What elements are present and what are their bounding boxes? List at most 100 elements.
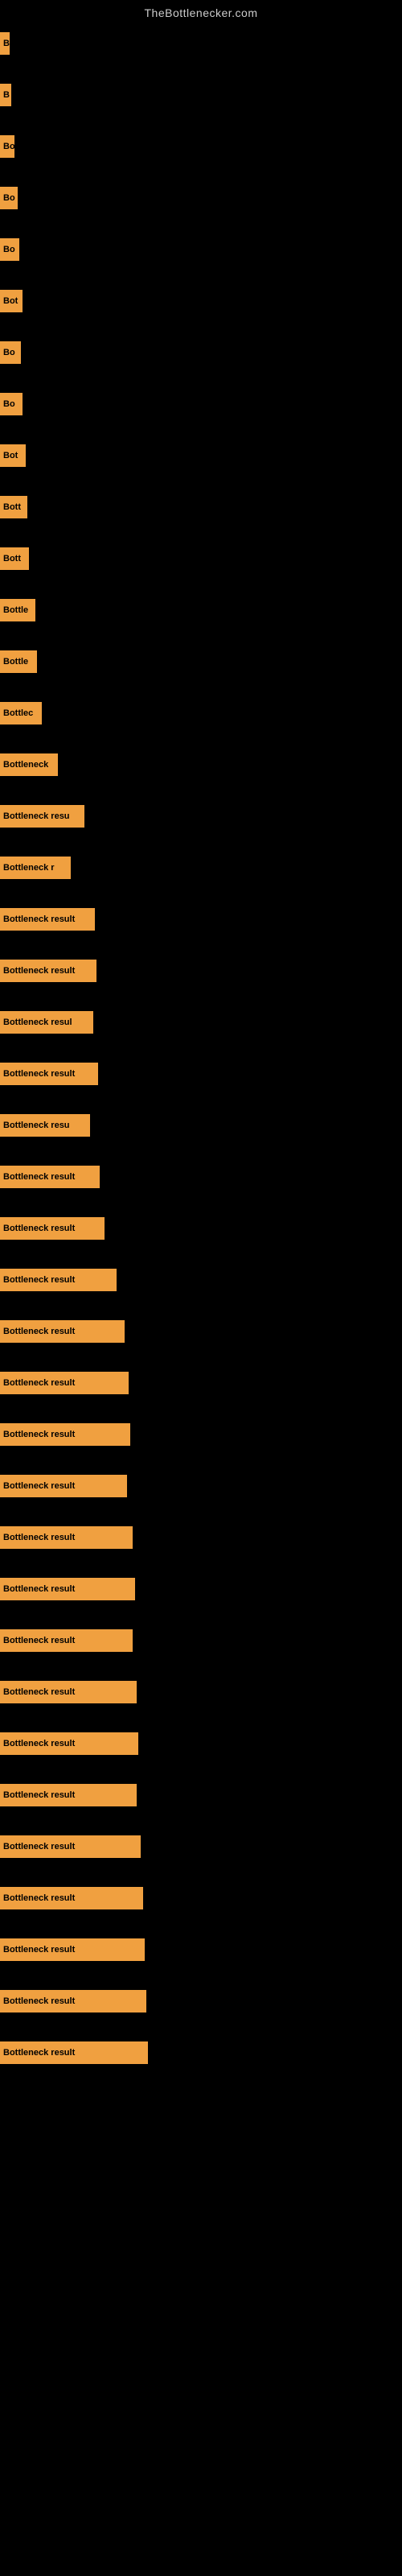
bar-item: B (0, 84, 11, 106)
bar-label: Bottleneck result (3, 1739, 75, 1748)
bar-label: Bottleneck result (3, 1636, 75, 1645)
bar-item: Bottleneck result (0, 2041, 148, 2064)
bar-label: Bottle (3, 605, 28, 615)
bar-row: Bottleneck result (0, 1473, 402, 1499)
bar-item: Bottleneck (0, 753, 58, 776)
bar-row: Bottleneck result (0, 1216, 402, 1241)
bars-container: B B Bo Bo Bo Bot Bo Bo Bot Bott Bott Bottle Bottle Bo… (0, 23, 402, 2099)
bar-label: Bo (3, 348, 15, 357)
bar-item: Bottleneck result (0, 1784, 137, 1806)
bar-item: Bottleneck result (0, 1269, 117, 1291)
bar-row: Bott (0, 494, 402, 520)
bar-row: Bot (0, 288, 402, 314)
bar-row: Bottleneck (0, 752, 402, 778)
bar-row: Bottle (0, 649, 402, 675)
bar-item: Bottleneck result (0, 1063, 98, 1085)
bar-label: Bottleneck result (3, 1584, 75, 1594)
bar-label: Bottleneck result (3, 1275, 75, 1285)
bar-item: Bott (0, 496, 27, 518)
bar-label: Bottleneck result (3, 1533, 75, 1542)
bar-row: Bottleneck result (0, 1782, 402, 1808)
bar-item: Bottleneck result (0, 1320, 125, 1343)
bar-label: Bottleneck result (3, 1842, 75, 1852)
bar-item: Bot (0, 290, 23, 312)
bar-row: Bottleneck result (0, 2040, 402, 2066)
bar-item: Bottleneck result (0, 1732, 138, 1755)
bar-label: Bot (3, 296, 18, 306)
bar-row: Bo (0, 185, 402, 211)
bar-row: Bottleneck result (0, 1267, 402, 1293)
bar-row: Bo (0, 391, 402, 417)
bar-row: Bottle (0, 597, 402, 623)
bar-item: Bottleneck result (0, 1372, 129, 1394)
bar-item: B (0, 32, 10, 55)
bar-label: Bott (3, 554, 21, 564)
bar-row: Bottleneck result (0, 1061, 402, 1087)
bar-row: Bottleneck result (0, 958, 402, 984)
bar-item: Bo (0, 393, 23, 415)
bar-label: Bottleneck resu (3, 1121, 70, 1130)
bar-label: Bottleneck result (3, 1430, 75, 1439)
bar-label: B (3, 90, 10, 100)
bar-item: Bot (0, 444, 26, 467)
bar-label: Bottleneck result (3, 1481, 75, 1491)
bar-row: Bottlec (0, 700, 402, 726)
bar-label: Bott (3, 502, 21, 512)
bar-label: Bottleneck result (3, 1945, 75, 1955)
bar-label: Bottleneck result (3, 966, 75, 976)
bar-label: B (3, 39, 10, 48)
bar-row: Bottleneck result (0, 1834, 402, 1860)
bar-label: Bottleneck result (3, 914, 75, 924)
bar-row: Bo (0, 134, 402, 159)
bar-label: Bottleneck result (3, 1378, 75, 1388)
bar-item: Bottleneck result (0, 960, 96, 982)
bar-row: Bot (0, 443, 402, 469)
bar-item: Bottleneck result (0, 1629, 133, 1652)
bar-row: Bottleneck result (0, 1885, 402, 1911)
bar-row: Bottleneck resu (0, 1113, 402, 1138)
bar-row: Bottleneck result (0, 1525, 402, 1550)
bar-row: Bottleneck result (0, 1628, 402, 1653)
bar-item: Bottleneck result (0, 1526, 133, 1549)
bar-label: Bottleneck result (3, 2048, 75, 2058)
bar-item: Bottleneck result (0, 1938, 145, 1961)
bar-item: Bottleneck resu (0, 805, 84, 828)
bar-item: Bottleneck result (0, 908, 95, 931)
bar-item: Bottleneck result (0, 1835, 141, 1858)
bar-item: Bo (0, 135, 14, 158)
bar-item: Bottlec (0, 702, 42, 724)
bar-row: Bottleneck result (0, 1422, 402, 1447)
bar-item: Bottleneck result (0, 1166, 100, 1188)
bar-label: Bottleneck result (3, 1893, 75, 1903)
bar-item: Bottleneck result (0, 1475, 127, 1497)
bar-item: Bottleneck result (0, 1887, 143, 1909)
bar-label: Bottleneck resu (3, 811, 70, 821)
bar-label: Bottleneck result (3, 1327, 75, 1336)
bar-label: Bot (3, 451, 18, 460)
bar-label: Bottleneck result (3, 1172, 75, 1182)
bar-row: Bottleneck result (0, 1370, 402, 1396)
bar-row: Bott (0, 546, 402, 572)
bar-label: Bottlec (3, 708, 33, 718)
site-title-text: TheBottlenecker.com (0, 0, 402, 23)
bar-label: Bottleneck r (3, 863, 55, 873)
bar-item: Bottleneck result (0, 1217, 105, 1240)
bar-row: B (0, 31, 402, 56)
bar-row: Bo (0, 237, 402, 262)
bar-label: Bottleneck (3, 760, 48, 770)
bar-row: Bottleneck r (0, 855, 402, 881)
bar-item: Bottleneck r (0, 857, 71, 879)
bar-label: Bottleneck result (3, 1069, 75, 1079)
bar-row: Bottleneck result (0, 906, 402, 932)
bar-item: Bo (0, 187, 18, 209)
bar-row: Bottleneck result (0, 1164, 402, 1190)
bar-item: Bo (0, 238, 19, 261)
bar-label: Bottleneck result (3, 1996, 75, 2006)
bar-label: Bo (3, 245, 15, 254)
bar-row: Bottleneck result (0, 1988, 402, 2014)
bar-row: Bottleneck result (0, 1319, 402, 1344)
bar-row: Bottleneck result (0, 1937, 402, 1963)
bar-label: Bo (3, 399, 15, 409)
bar-item: Bo (0, 341, 21, 364)
bar-item: Bottleneck resul (0, 1011, 93, 1034)
